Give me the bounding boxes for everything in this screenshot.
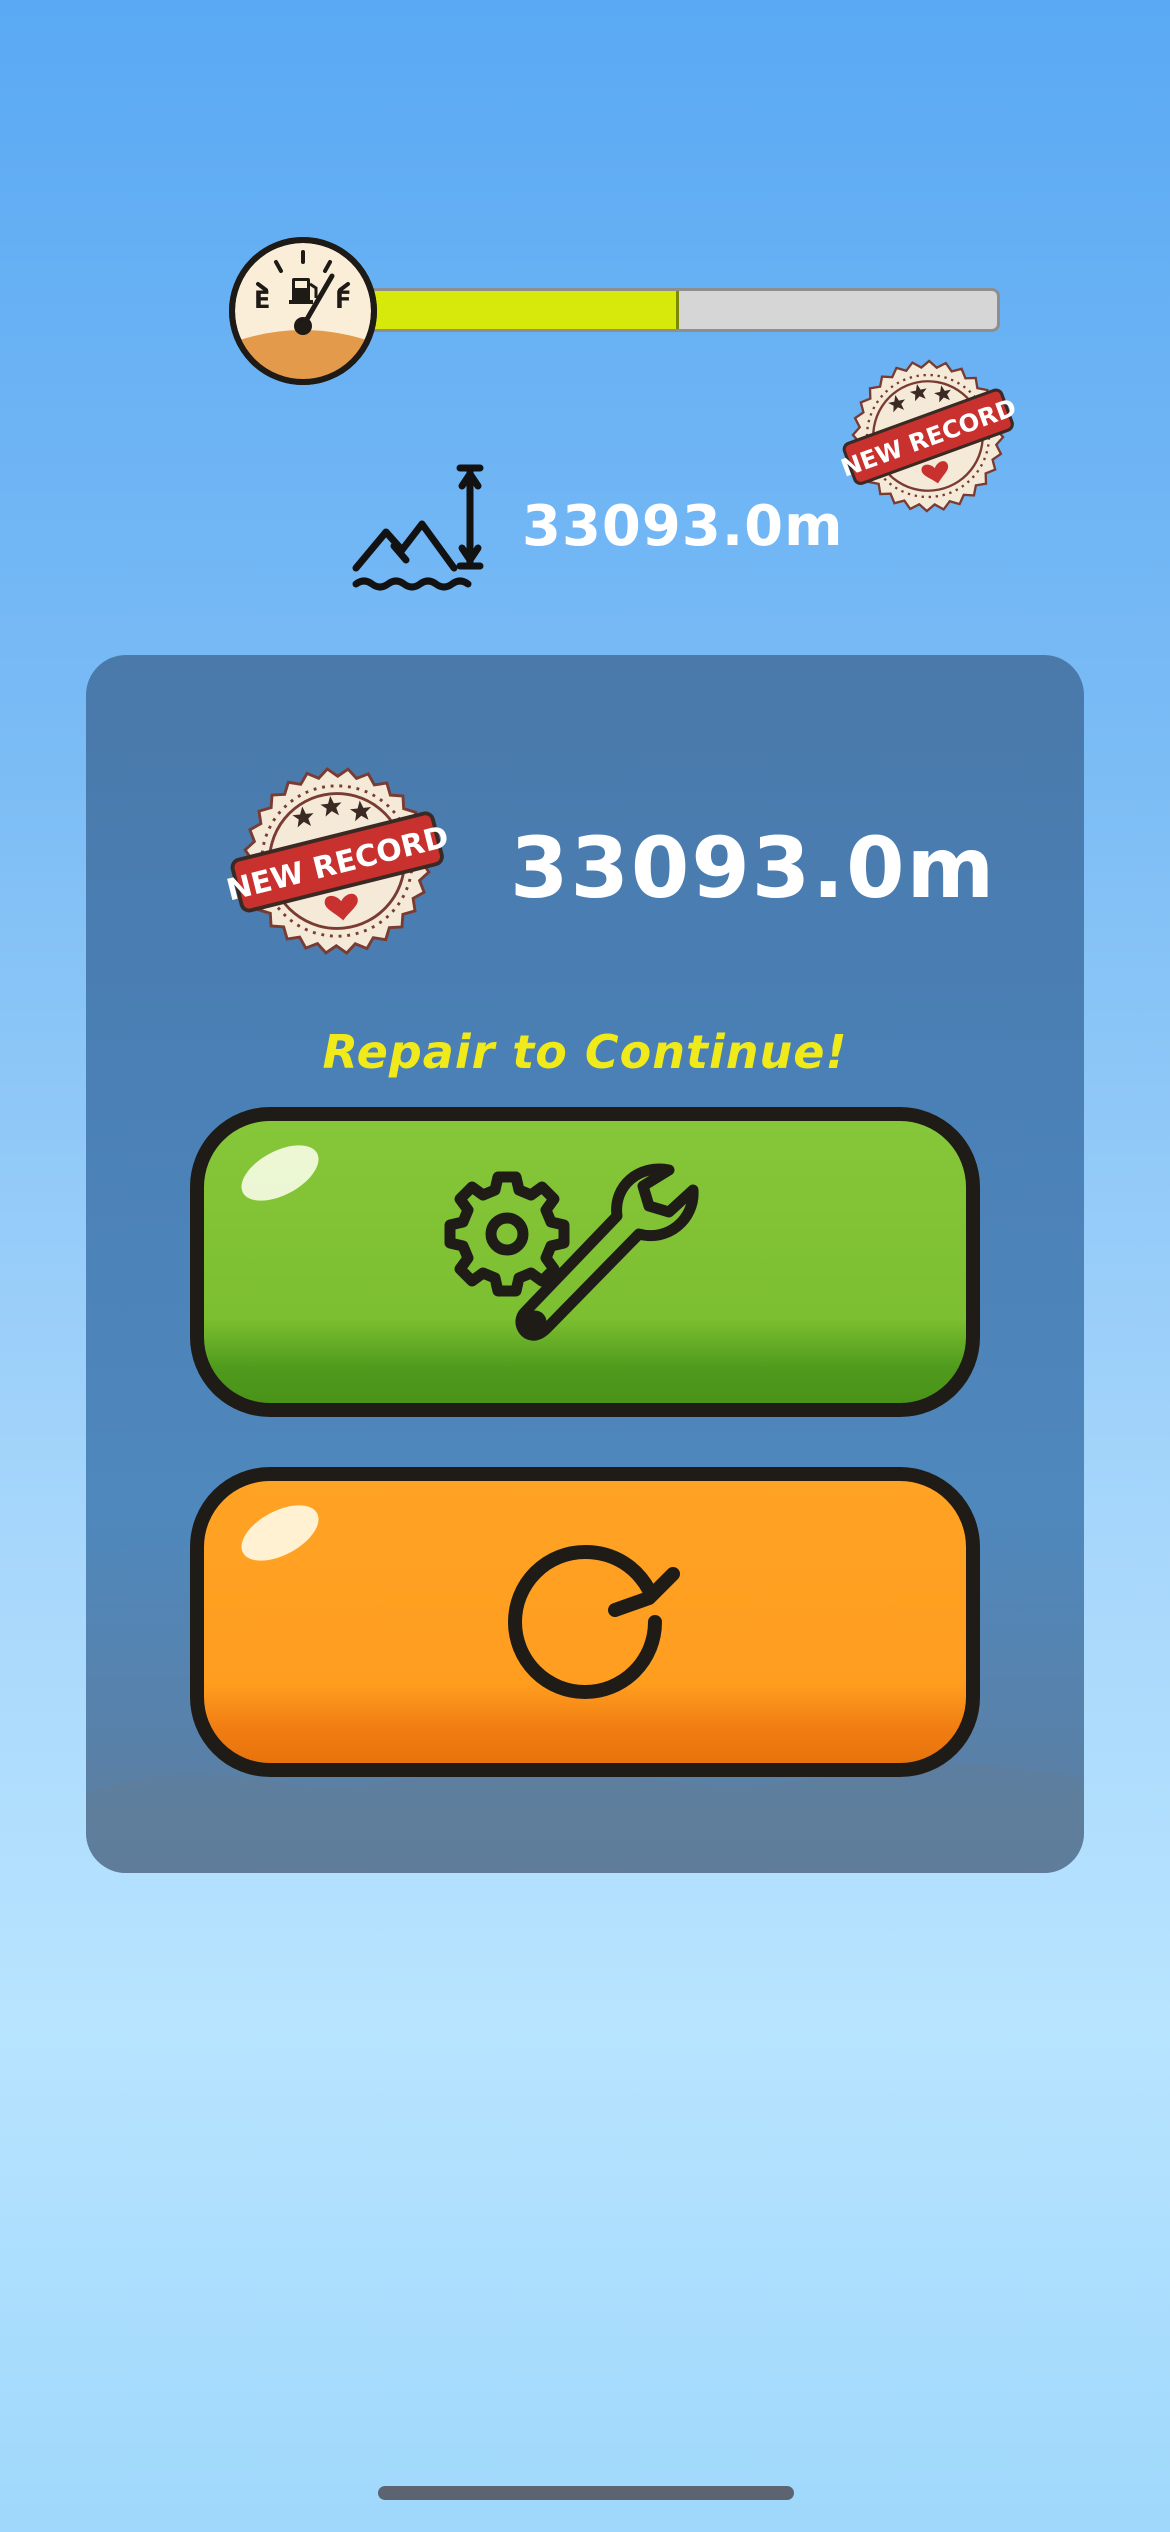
- altitude-value: 33093.0m: [522, 494, 844, 559]
- altitude-icon: [352, 464, 484, 591]
- stamp-badge: NEW RECORD: [837, 359, 1020, 513]
- fuel-empty-label: E: [254, 286, 270, 314]
- restart-icon: [508, 1545, 680, 1699]
- gear-wrench-icon: [444, 1163, 699, 1341]
- new-record-stamp: NEW RECORD: [223, 767, 452, 955]
- restart-button[interactable]: [190, 1467, 980, 1777]
- button-shine: [232, 1133, 328, 1213]
- repair-prompt: Repair to Continue!: [322, 1025, 848, 1079]
- fuel-bar: [358, 288, 1000, 332]
- stamp-badge: NEW RECORD: [223, 767, 452, 955]
- fuel-full-label: F: [335, 286, 351, 314]
- repair-button[interactable]: [190, 1107, 980, 1417]
- game-over-panel: NEW RECORD 33093.0m Repair to Continue!: [86, 655, 1084, 1873]
- home-indicator[interactable]: [378, 2486, 794, 2500]
- fuel-bar-fill: [361, 291, 679, 329]
- best-distance: 33093.0m: [510, 819, 997, 917]
- button-shine: [232, 1493, 328, 1573]
- fuel-dial-icon: E F: [229, 237, 377, 385]
